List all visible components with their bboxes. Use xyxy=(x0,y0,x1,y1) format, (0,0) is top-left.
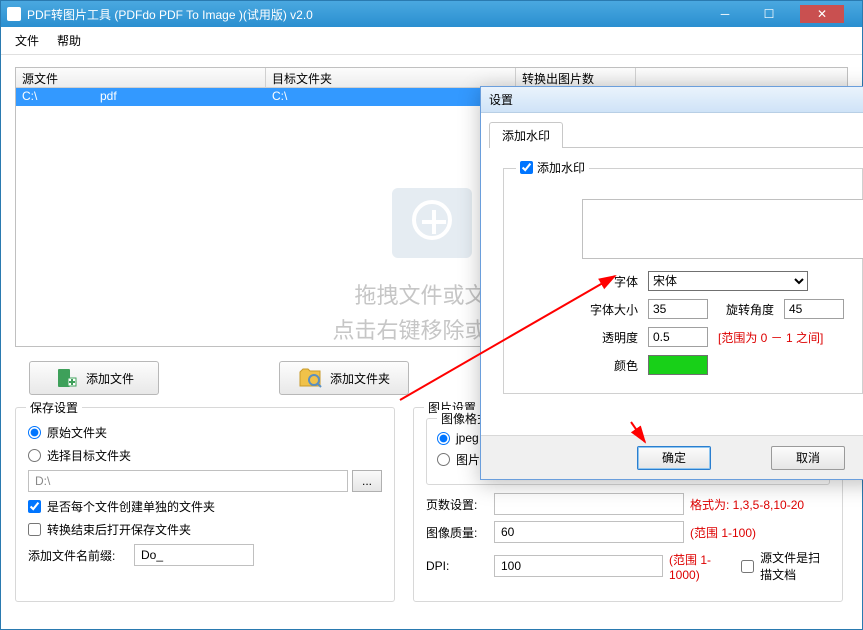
add-folder-icon xyxy=(298,366,322,390)
prefix-label: 添加文件名前缀: xyxy=(28,547,128,564)
dest-path-input[interactable] xyxy=(28,470,348,492)
th-dest[interactable]: 目标文件夹 xyxy=(266,68,516,87)
radio-jpeg-label: jpeg xyxy=(456,431,479,445)
ok-button[interactable]: 确定 xyxy=(637,446,711,470)
add-file-button[interactable]: 添加文件 xyxy=(29,361,159,395)
cell-src-dir: C:\ xyxy=(22,89,100,105)
menu-file[interactable]: 文件 xyxy=(15,32,39,49)
add-folder-button[interactable]: 添加文件夹 xyxy=(279,361,409,395)
quality-label: 图像质量: xyxy=(426,524,488,541)
size-input[interactable] xyxy=(648,299,708,319)
tabstrip: 添加水印 xyxy=(489,121,863,148)
opacity-input[interactable] xyxy=(648,327,708,347)
browse-button[interactable]: ... xyxy=(352,470,382,492)
th-source[interactable]: 源文件 xyxy=(16,68,266,87)
chk-open-after[interactable] xyxy=(28,523,41,536)
main-titlebar[interactable]: PDF转图片工具 (PDFdo PDF To Image )(试用版) v2.0… xyxy=(1,1,862,27)
radio-orig-folder-label: 原始文件夹 xyxy=(47,424,107,441)
dpi-hint: (范围 1-1000) xyxy=(669,551,722,582)
app-icon xyxy=(7,7,21,21)
chk-per-file-folder-label: 是否每个文件创建单独的文件夹 xyxy=(47,498,215,515)
font-select[interactable]: 宋体 xyxy=(648,271,808,291)
th-count[interactable]: 转换出图片数 xyxy=(516,68,636,87)
chk-src-scan[interactable] xyxy=(741,560,754,573)
settings-dialog: 设置 添加水印 添加水印 字体 宋体 字体大小 旋转角度 xyxy=(480,86,863,480)
chk-per-file-folder[interactable] xyxy=(28,500,41,513)
quality-input[interactable] xyxy=(494,521,684,543)
opacity-hint: [范围为 0 － 1 之间] xyxy=(718,329,823,346)
cell-src-file: pdf xyxy=(100,89,117,105)
maximize-button[interactable]: ☐ xyxy=(756,5,782,23)
rotate-input[interactable] xyxy=(784,299,844,319)
tab-watermark[interactable]: 添加水印 xyxy=(489,122,563,148)
pages-label: 页数设置: xyxy=(426,496,488,513)
pages-hint: 格式为: 1,3,5-8,10-20 xyxy=(690,496,804,513)
add-file-icon xyxy=(54,366,78,390)
save-groupbox: 保存设置 原始文件夹 选择目标文件夹 ... 是否每个文件创建单独的文件夹 xyxy=(15,407,395,602)
minimize-button[interactable]: ─ xyxy=(712,5,738,23)
add-file-label: 添加文件 xyxy=(86,370,134,387)
chk-src-scan-label: 源文件是扫描文档 xyxy=(760,549,830,583)
prefix-input[interactable] xyxy=(134,544,254,566)
radio-jpeg[interactable] xyxy=(437,432,450,445)
menu-help[interactable]: 帮助 xyxy=(57,32,81,49)
chk-open-after-label: 转换结束后打开保存文件夹 xyxy=(47,521,191,538)
radio-orig-folder[interactable] xyxy=(28,426,41,439)
window-title: PDF转图片工具 (PDFdo PDF To Image )(试用版) v2.0 xyxy=(27,6,712,23)
color-label: 颜色 xyxy=(582,357,638,374)
dialog-titlebar[interactable]: 设置 xyxy=(481,87,863,113)
quality-hint: (范围 1-100) xyxy=(690,524,756,541)
table-header: 源文件 目标文件夹 转换出图片数 xyxy=(16,68,847,88)
dpi-input[interactable] xyxy=(494,555,663,577)
color-swatch[interactable] xyxy=(648,355,708,375)
add-folder-label: 添加文件夹 xyxy=(330,370,390,387)
opacity-label: 透明度 xyxy=(582,329,638,346)
rotate-label: 旋转角度 xyxy=(718,301,774,318)
radio-choose-folder-label: 选择目标文件夹 xyxy=(47,447,131,464)
dialog-footer: 确定 取消 xyxy=(481,435,863,479)
chk-add-watermark[interactable] xyxy=(520,161,533,174)
drop-folder-icon xyxy=(392,188,472,258)
save-legend: 保存设置 xyxy=(26,399,82,416)
cancel-button[interactable]: 取消 xyxy=(771,446,845,470)
dialog-body: 添加水印 添加水印 字体 宋体 字体大小 旋转角度 透明度 xyxy=(481,113,863,435)
radio-choose-folder[interactable] xyxy=(28,449,41,462)
dpi-label: DPI: xyxy=(426,559,488,573)
watermark-text-input[interactable] xyxy=(582,199,863,259)
close-button[interactable]: ✕ xyxy=(800,5,844,23)
window-controls: ─ ☐ ✕ xyxy=(712,5,844,23)
radio-pdf-image[interactable] xyxy=(437,453,450,466)
menubar: 文件 帮助 xyxy=(1,27,862,55)
size-label: 字体大小 xyxy=(582,301,638,318)
watermark-groupbox: 添加水印 字体 宋体 字体大小 旋转角度 透明度 [范围为 0 － 1 之间] xyxy=(503,168,863,394)
dialog-title: 设置 xyxy=(489,91,513,108)
cell-dest: C:\ xyxy=(266,88,516,106)
pages-input[interactable] xyxy=(494,493,684,515)
font-label: 字体 xyxy=(582,273,638,290)
chk-add-watermark-label: 添加水印 xyxy=(537,159,585,176)
